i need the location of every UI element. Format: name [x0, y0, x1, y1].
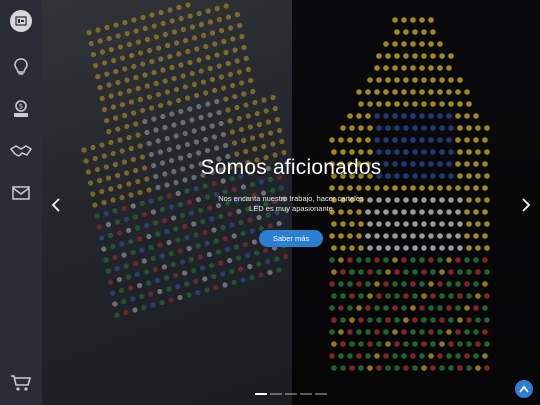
- svg-text:$: $: [19, 103, 23, 111]
- carousel-next-button[interactable]: [518, 196, 534, 214]
- carousel-indicator[interactable]: [300, 393, 312, 395]
- scroll-top-button[interactable]: [515, 380, 533, 398]
- logo-icon[interactable]: [10, 10, 32, 32]
- page: $ Somos aficionados Nos encanta nuestro …: [0, 0, 540, 405]
- carousel-indicator[interactable]: [285, 393, 297, 395]
- sidebar-nav: $: [0, 0, 42, 405]
- carousel-indicators: [42, 393, 540, 395]
- carousel-indicator[interactable]: [255, 393, 267, 395]
- envelope-icon: [12, 186, 30, 200]
- learn-more-button[interactable]: Saber más: [259, 230, 323, 247]
- handshake-icon: [10, 145, 32, 157]
- chevron-up-icon: [519, 385, 529, 393]
- sidebar-item-cart[interactable]: [0, 366, 42, 400]
- sidebar-item-partners[interactable]: [0, 134, 42, 168]
- cart-icon: [11, 375, 32, 391]
- sidebar-item-contact[interactable]: [0, 176, 42, 210]
- carousel-indicator[interactable]: [270, 393, 282, 395]
- chevron-right-icon: [522, 198, 531, 212]
- hero-carousel: [42, 0, 540, 405]
- slide-overlay: [42, 0, 540, 405]
- lightbulb-icon: [14, 58, 28, 75]
- carousel-indicator[interactable]: [315, 393, 327, 395]
- sidebar-item-pricing[interactable]: $: [0, 92, 42, 126]
- carousel-prev-button[interactable]: [48, 196, 64, 214]
- money-icon: $: [14, 100, 28, 117]
- chevron-left-icon: [51, 198, 60, 212]
- sidebar-item-ideas[interactable]: [0, 50, 42, 84]
